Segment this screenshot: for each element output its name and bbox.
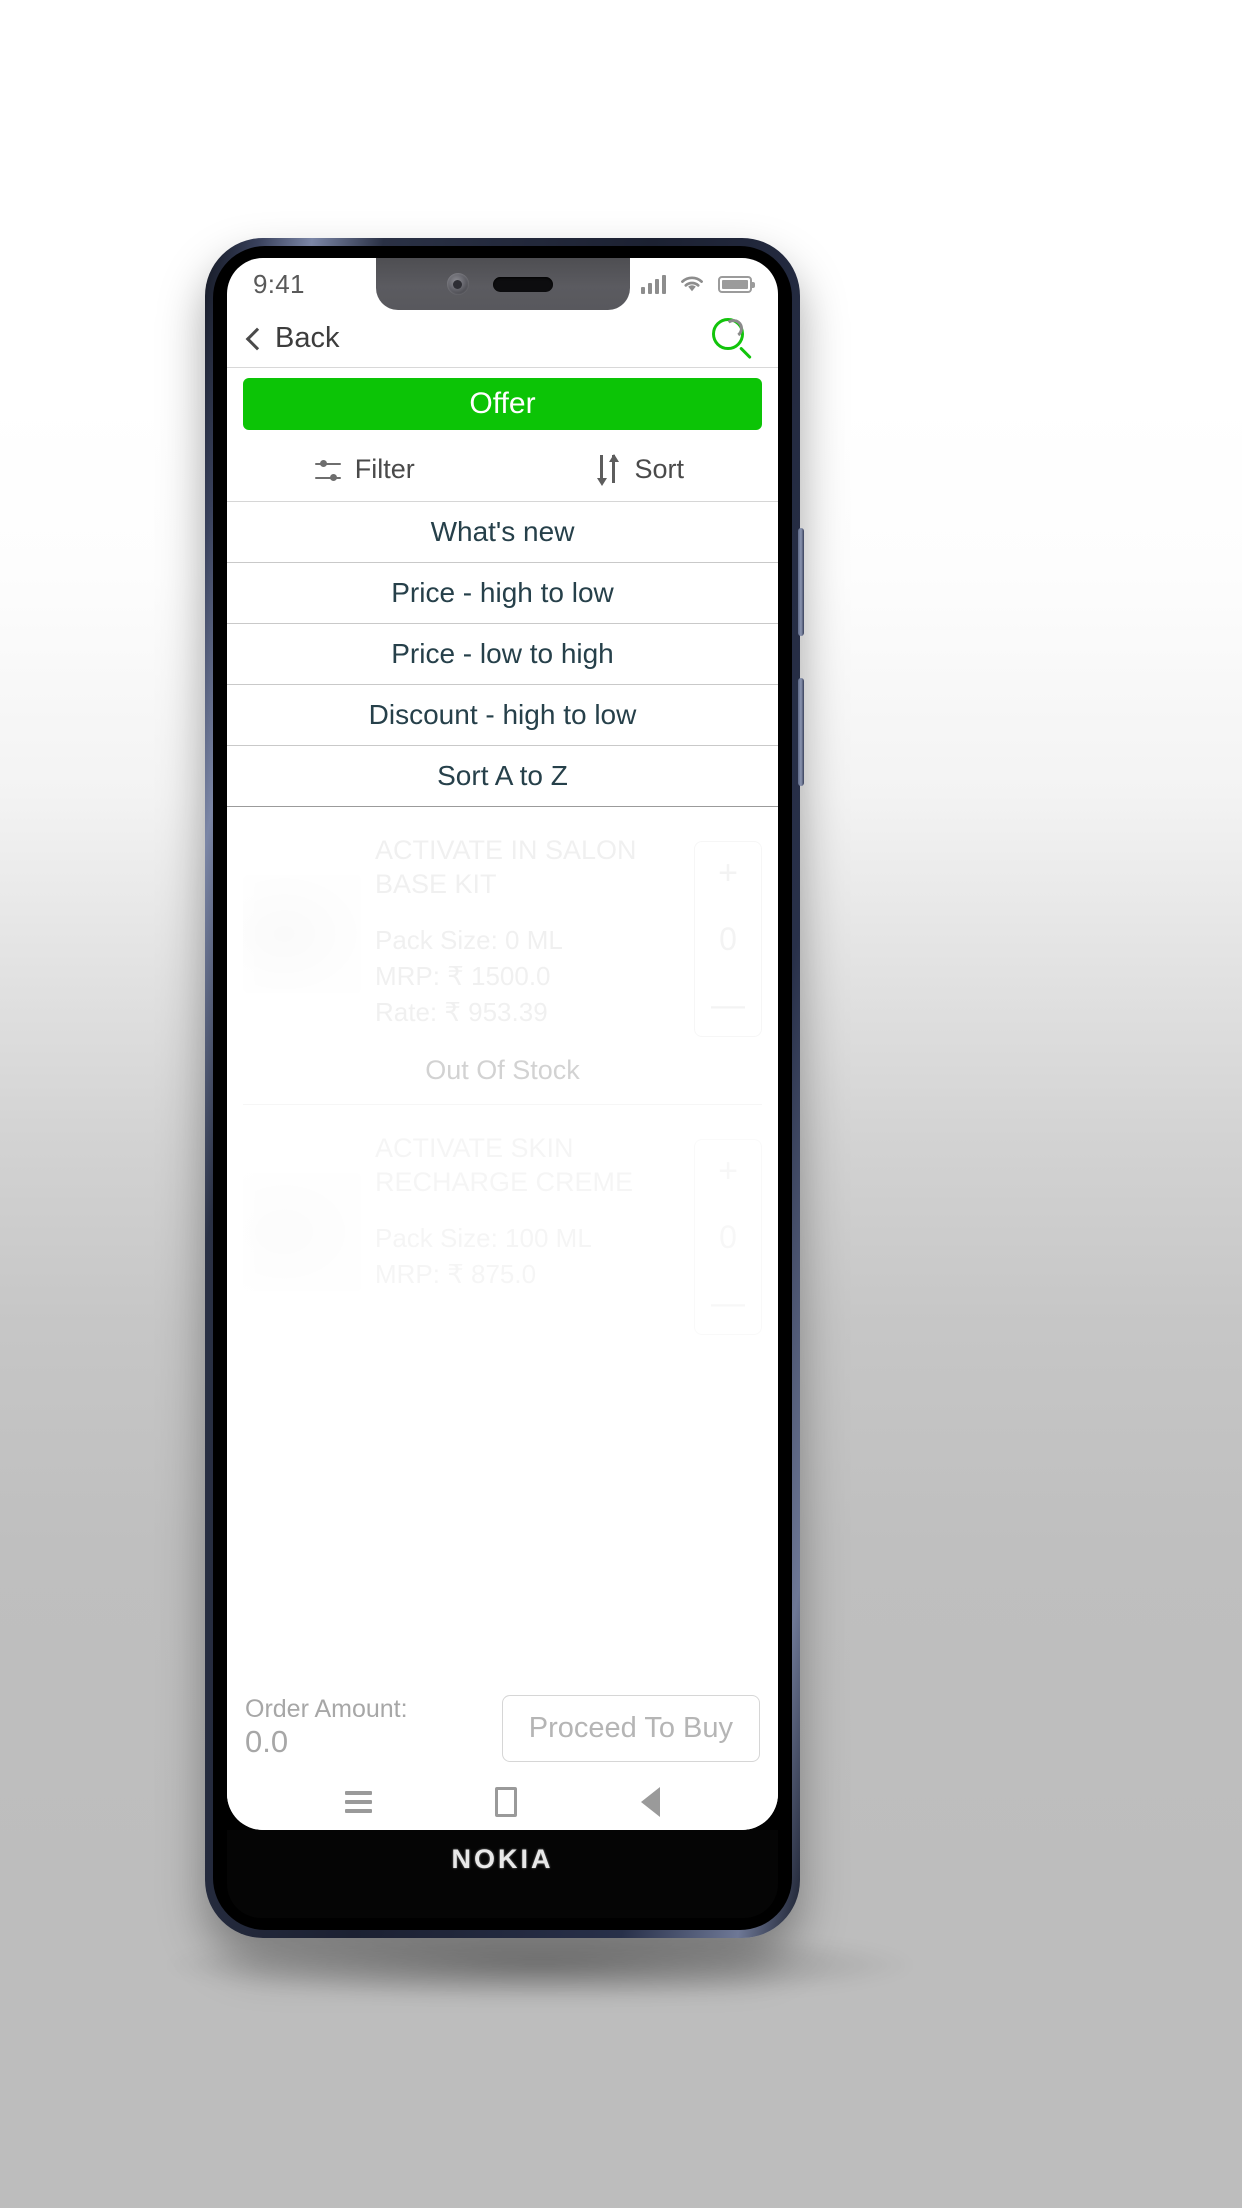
sort-button[interactable]: Sort <box>503 438 779 501</box>
increment-button[interactable]: + <box>718 1154 738 1188</box>
order-summary-bar: Order Amount: 0.0 Proceed To Buy <box>227 1682 778 1774</box>
power-button[interactable] <box>798 678 804 786</box>
order-amount-label: Order Amount: <box>245 1694 408 1723</box>
signal-bars-icon <box>640 274 666 294</box>
sort-option[interactable]: Sort A to Z <box>227 746 778 807</box>
product-info: ACTIVATE SKIN RECHARGE CREME Pack Size: … <box>361 1131 694 1335</box>
earpiece-speaker-icon <box>492 276 553 292</box>
search-icon[interactable] <box>710 316 756 362</box>
filter-button[interactable]: Filter <box>227 438 503 501</box>
product-pack-size: Pack Size: 100 ML <box>375 1223 592 1254</box>
offer-button[interactable]: Offer <box>243 378 762 430</box>
android-nav-bar <box>227 1774 778 1830</box>
phone-device-frame: 9:41 Back Offer Filter Sort What's new P… <box>205 238 804 1938</box>
phone-chin: NOKIA <box>227 1830 778 1918</box>
sort-option[interactable]: Price - low to high <box>227 624 778 685</box>
phone-screen: 9:41 Back Offer Filter Sort What's new P… <box>227 258 778 1830</box>
menu-recents-icon[interactable] <box>344 1791 372 1813</box>
order-amount: Order Amount: 0.0 <box>245 1695 408 1761</box>
product-card[interactable]: ACTIVATE IN SALON BASE KIT Pack Size: 0 … <box>227 807 778 1047</box>
product-name: ACTIVATE IN SALON BASE KIT <box>375 835 637 900</box>
decrement-button[interactable]: — <box>711 988 745 1022</box>
phone-notch <box>375 258 630 310</box>
sort-option[interactable]: Price - high to low <box>227 563 778 624</box>
product-list: ACTIVATE IN SALON BASE KIT Pack Size: 0 … <box>227 807 778 1345</box>
status-icons <box>640 274 755 294</box>
battery-icon <box>718 275 755 293</box>
proceed-to-buy-button[interactable]: Proceed To Buy <box>501 1694 760 1762</box>
product-name: ACTIVATE SKIN RECHARGE CREME <box>375 1133 634 1198</box>
back-label: Back <box>275 322 340 354</box>
home-square-icon[interactable] <box>495 1787 518 1817</box>
sort-option[interactable]: Discount - high to low <box>227 685 778 746</box>
product-info: ACTIVATE IN SALON BASE KIT Pack Size: 0 … <box>361 833 694 1037</box>
stock-status: Out Of Stock <box>243 1047 762 1105</box>
device-shadow <box>170 1930 910 2000</box>
product-thumbnail <box>243 875 361 993</box>
filter-label: Filter <box>354 454 415 484</box>
wifi-icon <box>681 276 703 292</box>
decrement-button[interactable]: — <box>711 1286 745 1320</box>
front-camera-icon <box>446 273 469 295</box>
volume-button[interactable] <box>798 528 804 636</box>
nav-header: Back <box>227 310 778 368</box>
order-amount-value: 0.0 <box>245 1724 289 1760</box>
quantity-stepper[interactable]: + 0 — <box>694 841 762 1037</box>
quantity-value: 0 <box>719 920 737 957</box>
sort-arrows-icon <box>596 453 620 486</box>
increment-button[interactable]: + <box>718 856 738 890</box>
sliders-icon <box>314 460 341 482</box>
filter-sort-bar: Filter Sort <box>227 438 778 502</box>
back-button[interactable]: Back <box>245 322 339 355</box>
product-thumbnail <box>243 1173 361 1291</box>
product-pack-size: Pack Size: 0 ML <box>375 925 563 956</box>
brand-logo: NOKIA <box>451 1844 554 1874</box>
quantity-stepper[interactable]: + 0 — <box>694 1139 762 1335</box>
product-card[interactable]: ACTIVATE SKIN RECHARGE CREME Pack Size: … <box>227 1105 778 1345</box>
product-mrp: MRP: ₹ 1500.0 <box>375 960 551 991</box>
status-time: 9:41 <box>253 268 305 299</box>
chevron-left-icon <box>245 327 269 350</box>
quantity-value: 0 <box>719 1218 737 1255</box>
product-mrp: MRP: ₹ 875.0 <box>375 1258 537 1289</box>
product-rate: Rate: ₹ 953.39 <box>375 996 548 1027</box>
sort-label: Sort <box>634 454 685 484</box>
sort-options-list: What's new Price - high to low Price - low… <box>227 502 778 807</box>
offer-banner-wrap: Offer <box>227 368 778 438</box>
back-triangle-icon[interactable] <box>641 1787 661 1817</box>
sort-option[interactable]: What's new <box>227 502 778 563</box>
